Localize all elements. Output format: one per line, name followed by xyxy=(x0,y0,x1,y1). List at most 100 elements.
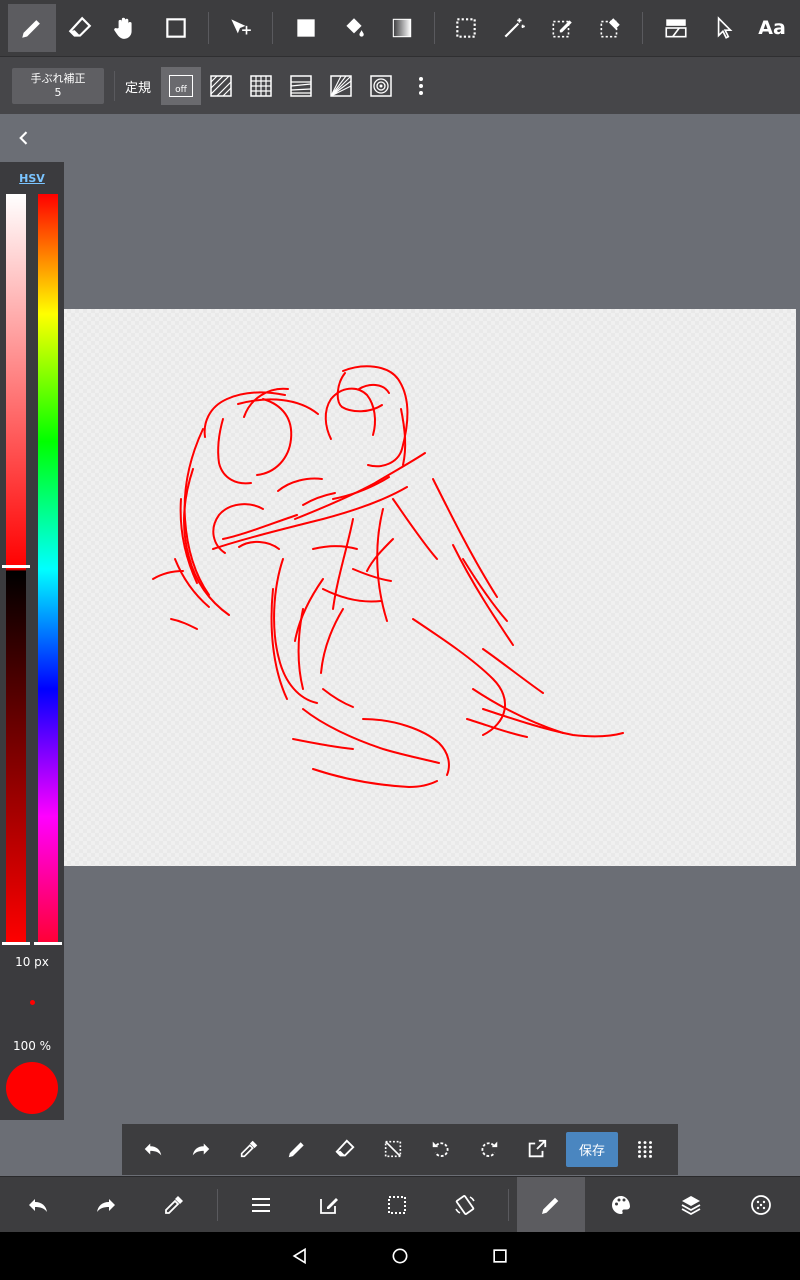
sub-toolbar: 手ぶれ補正 5 定規 off xyxy=(0,56,800,114)
quick-eraser-button[interactable] xyxy=(322,1126,368,1172)
brush-size-preview xyxy=(30,1000,35,1005)
eyedropper-icon xyxy=(165,1195,183,1214)
material-button[interactable] xyxy=(727,1177,795,1232)
canvas-rotate-button[interactable] xyxy=(431,1177,499,1232)
undo-icon xyxy=(29,1198,47,1212)
pointer-tool-button[interactable] xyxy=(700,4,748,52)
quick-deselect-button[interactable] xyxy=(370,1126,416,1172)
select-pen-icon xyxy=(552,20,572,38)
hsv-mode-link[interactable]: HSV xyxy=(0,172,64,185)
quick-rotate-right-button[interactable] xyxy=(466,1126,512,1172)
save-button[interactable]: 保存 xyxy=(566,1132,618,1167)
rotate-right-icon xyxy=(481,1141,498,1157)
opacity-label[interactable]: 100 % xyxy=(0,1039,64,1053)
brush-button[interactable] xyxy=(517,1177,585,1232)
magic-wand-icon xyxy=(504,18,525,38)
quick-undo-button[interactable] xyxy=(130,1126,176,1172)
quick-bar-menu-button[interactable] xyxy=(622,1126,668,1172)
layers-icon xyxy=(681,1195,701,1215)
pen-icon xyxy=(288,1142,304,1158)
nav-back-button[interactable] xyxy=(280,1240,320,1272)
layer-tool-button[interactable] xyxy=(652,4,700,52)
sketch-drawing xyxy=(152,365,624,788)
toolbar-divider xyxy=(272,12,273,44)
move-tool-button[interactable] xyxy=(216,4,264,52)
current-color-swatch[interactable] xyxy=(6,1062,58,1114)
layers-button[interactable] xyxy=(657,1177,725,1232)
edit-icon xyxy=(320,1197,338,1214)
collapse-panel-button[interactable] xyxy=(10,124,38,152)
eraser-icon xyxy=(68,16,92,37)
nav-home-button[interactable] xyxy=(380,1240,420,1272)
quick-eyedropper-button[interactable] xyxy=(226,1126,272,1172)
toolbar-divider xyxy=(434,12,435,44)
redo-icon xyxy=(97,1198,115,1212)
quick-export-button[interactable] xyxy=(514,1126,560,1172)
ruler-parallel-button[interactable] xyxy=(281,67,321,105)
chevron-left-icon xyxy=(19,131,28,145)
rectangle-tool-button[interactable] xyxy=(152,4,200,52)
material-icon xyxy=(751,1194,771,1215)
toolbar-divider xyxy=(208,12,209,44)
nav-recents-button[interactable] xyxy=(480,1240,520,1272)
ruler-concentric-button[interactable] xyxy=(361,67,401,105)
fill-rect-icon xyxy=(297,19,315,37)
hue-slider[interactable] xyxy=(38,194,58,944)
select-eraser-tool-button[interactable] xyxy=(586,4,634,52)
canvas-paper[interactable] xyxy=(63,309,796,866)
gradient-tool-button[interactable] xyxy=(378,4,426,52)
ruler-diagonal-button[interactable] xyxy=(201,67,241,105)
select-eraser-icon xyxy=(600,18,620,38)
ruler-perspective-button[interactable] xyxy=(321,67,361,105)
ruler-parallel-icon xyxy=(290,75,312,97)
top-toolbar: Aa xyxy=(0,0,800,56)
pen-tool-button[interactable] xyxy=(8,4,56,52)
eraser-tool-button[interactable] xyxy=(56,4,104,52)
edit-button[interactable] xyxy=(295,1177,363,1232)
menu-button[interactable] xyxy=(227,1177,295,1232)
select-rect-tool-button[interactable] xyxy=(442,4,490,52)
bucket-tool-button[interactable] xyxy=(330,4,378,52)
hamburger-menu-icon xyxy=(252,1197,270,1212)
undo-button[interactable] xyxy=(4,1177,72,1232)
home-circle-icon xyxy=(392,1248,408,1264)
color-panel: HSV 10 px 100 % xyxy=(0,162,64,1120)
fill-rect-tool-button[interactable] xyxy=(282,4,330,52)
stabilizer-button[interactable]: 手ぶれ補正 5 xyxy=(12,68,104,104)
quick-rotate-left-button[interactable] xyxy=(418,1126,464,1172)
system-nav-bar xyxy=(0,1232,800,1280)
recents-square-icon xyxy=(493,1249,507,1263)
ruler-off-button[interactable]: off xyxy=(161,67,201,105)
eyedropper-button[interactable] xyxy=(140,1177,208,1232)
saturation-value-slider[interactable] xyxy=(6,194,26,944)
quick-pen-button[interactable] xyxy=(274,1126,320,1172)
select-pen-tool-button[interactable] xyxy=(538,4,586,52)
magic-wand-tool-button[interactable] xyxy=(490,4,538,52)
ruler-grid-icon xyxy=(250,75,272,97)
more-options-button[interactable] xyxy=(401,67,441,105)
back-triangle-icon xyxy=(292,1247,306,1265)
quick-redo-button[interactable] xyxy=(178,1126,224,1172)
ruler-off-label: off xyxy=(175,85,187,95)
toolbar-divider xyxy=(642,12,643,44)
grid-dots-icon xyxy=(638,1141,652,1158)
rotate-left-icon xyxy=(432,1141,449,1157)
ruler-diagonal-icon xyxy=(210,75,232,97)
ruler-perspective-icon xyxy=(330,75,352,97)
ruler-off-icon: off xyxy=(169,75,193,97)
text-tool-label: Aa xyxy=(758,17,786,39)
hand-tool-button[interactable] xyxy=(100,4,148,52)
bottom-toolbar xyxy=(0,1176,800,1232)
sv-bottom-handle[interactable] xyxy=(2,942,30,945)
text-tool-button[interactable]: Aa xyxy=(748,4,796,52)
hue-slider-handle[interactable] xyxy=(34,942,62,945)
sv-slider-handle[interactable] xyxy=(2,565,30,568)
toolbar-divider xyxy=(508,1189,509,1221)
brush-size-label[interactable]: 10 px xyxy=(0,955,64,969)
export-icon xyxy=(528,1139,547,1158)
color-palette-button[interactable] xyxy=(587,1177,655,1232)
redo-button[interactable] xyxy=(72,1177,140,1232)
selection-button[interactable] xyxy=(363,1177,431,1232)
gradient-icon xyxy=(392,18,412,38)
ruler-grid-button[interactable] xyxy=(241,67,281,105)
